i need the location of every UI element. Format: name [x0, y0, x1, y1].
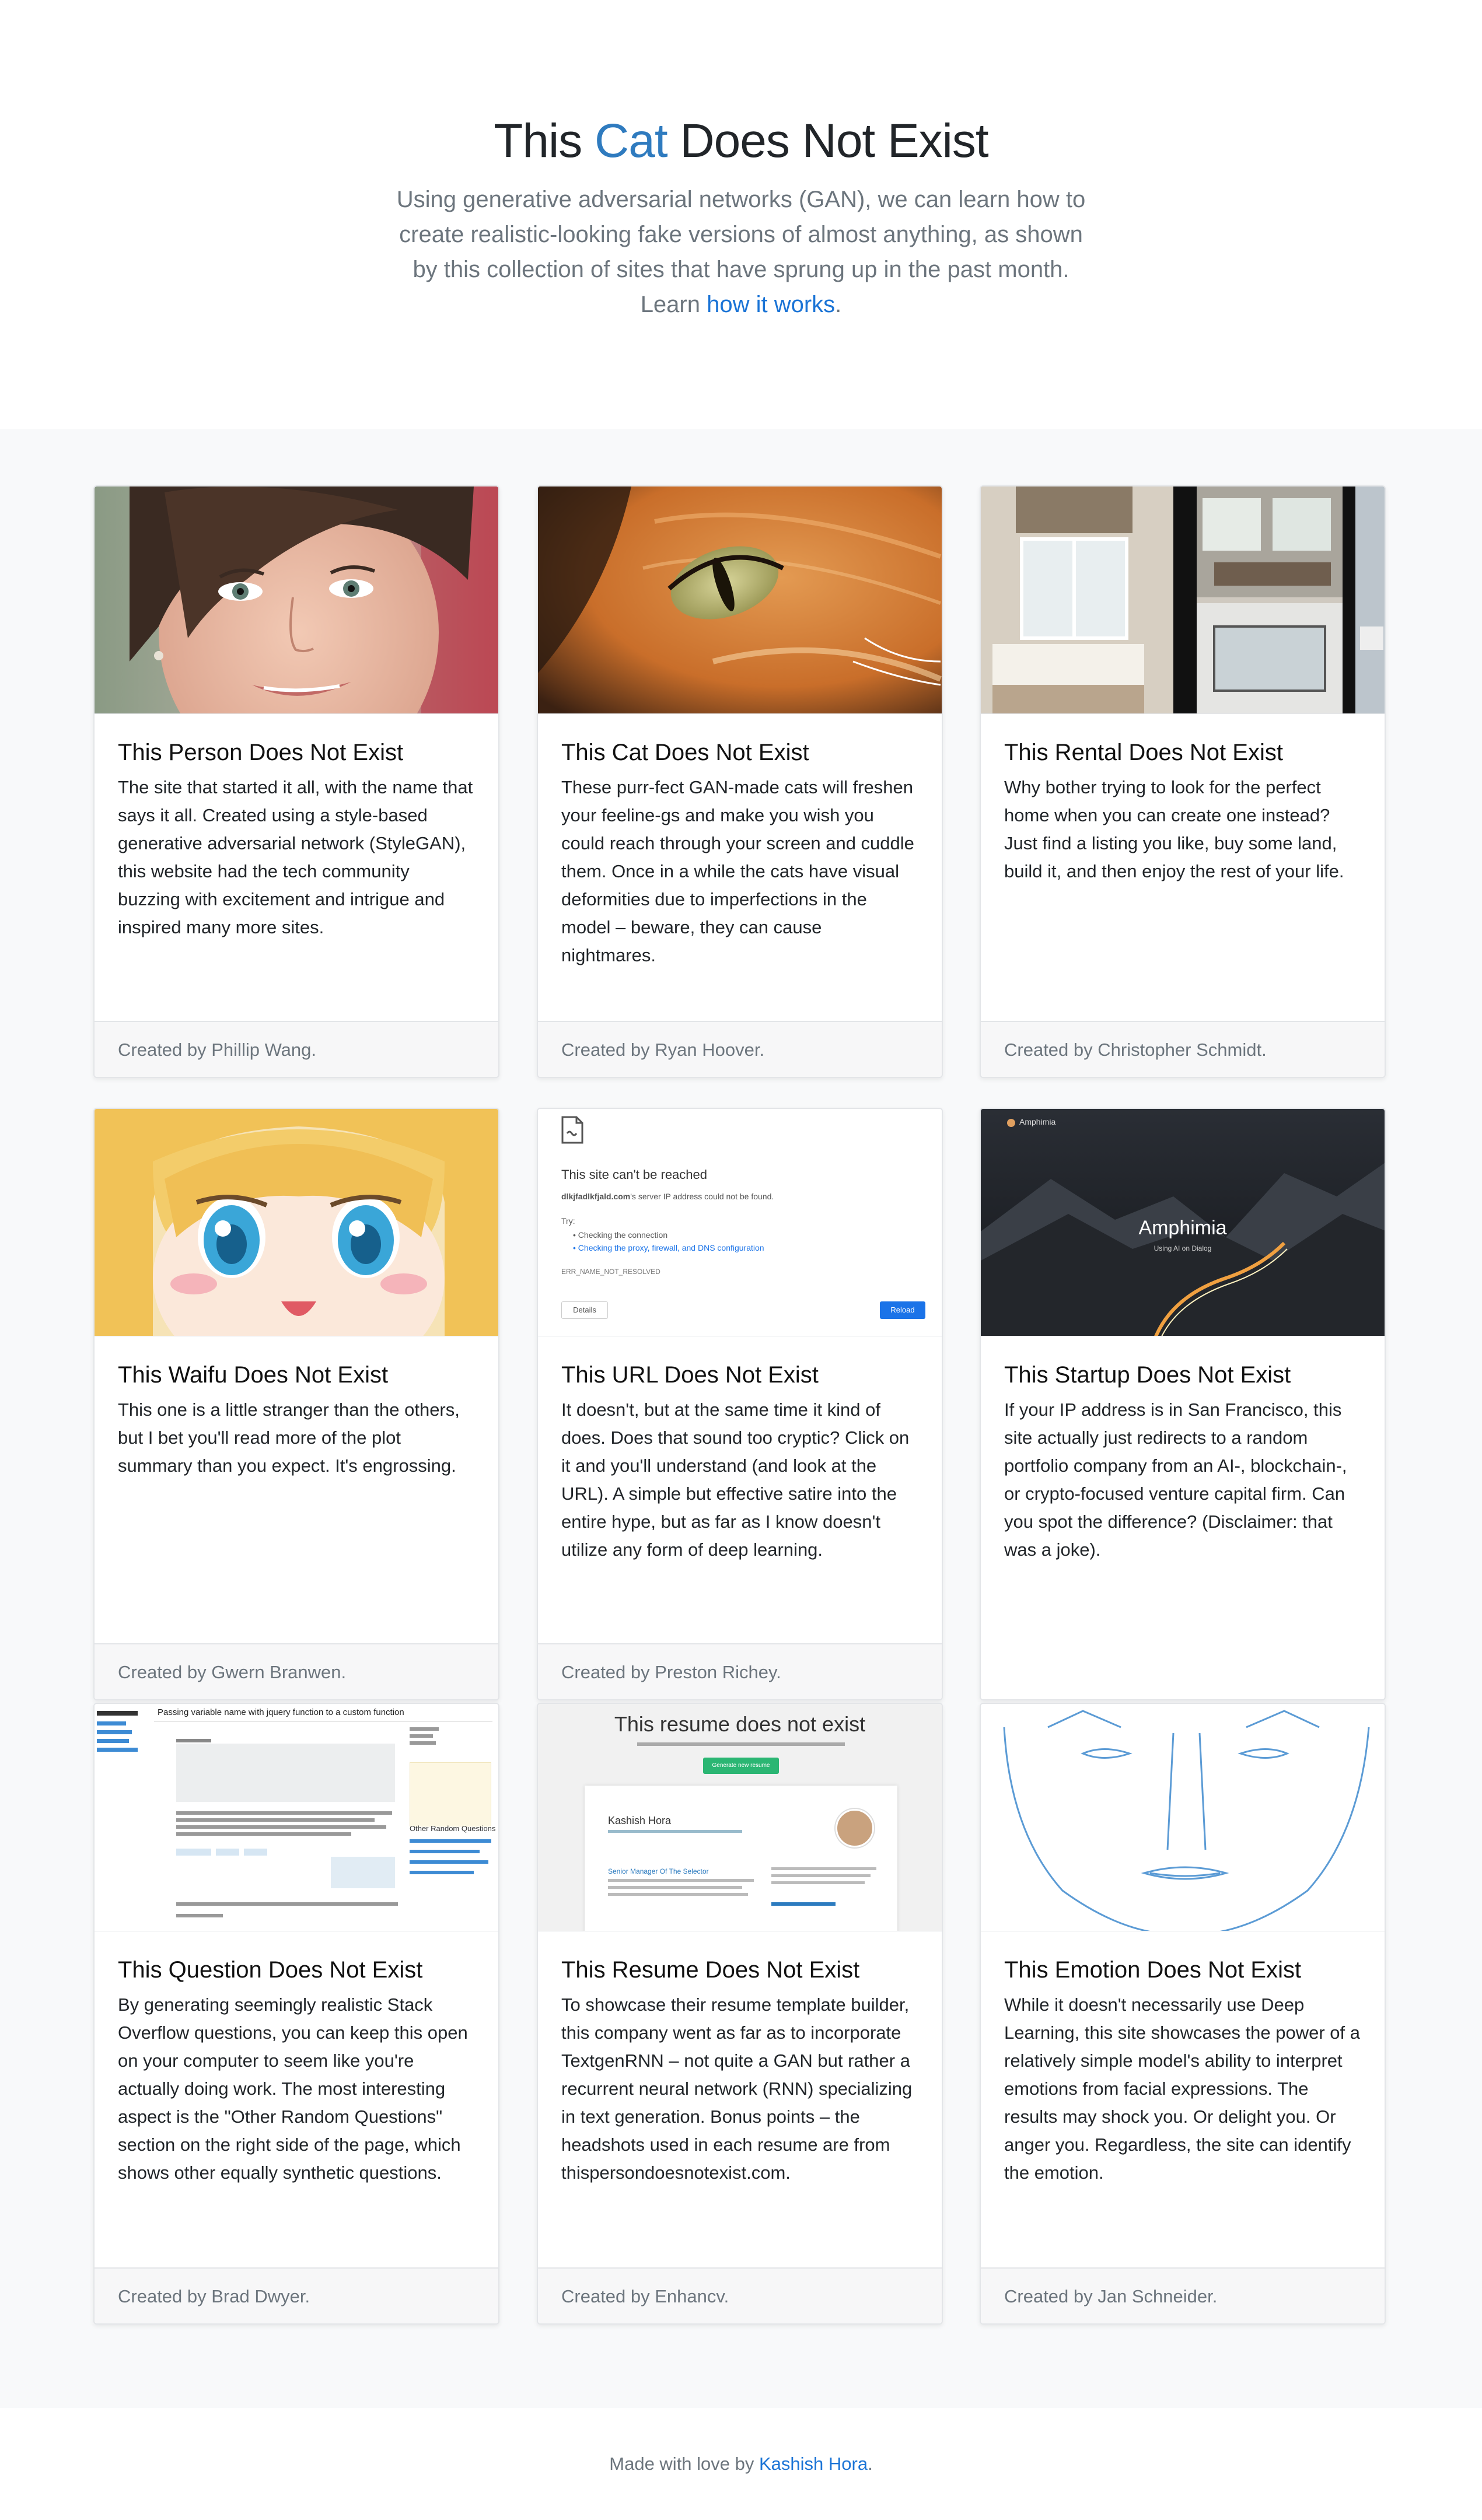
card-text: It doesn't, but at the same time it kind…: [561, 1399, 910, 1560]
card-cat[interactable]: This Cat Does Not Exist These purr-fect …: [537, 485, 943, 1078]
startup-brand: Amphimia: [1019, 1117, 1056, 1126]
startup-headline: Amphimia: [1138, 1217, 1227, 1239]
title-before: This: [494, 114, 595, 167]
resume-avatar: [836, 1809, 874, 1847]
card-footer: Created by Phillip Wang.: [95, 1021, 498, 1077]
card-text: If your IP address is in San Francisco, …: [1004, 1399, 1347, 1560]
card-title[interactable]: This Question Does Not Exist: [118, 1955, 475, 1985]
title-accent: Cat: [595, 114, 668, 167]
card-body: This Emotion Does Not Exist While it doe…: [981, 1931, 1385, 2187]
error-heading: This site can't be reached: [561, 1167, 708, 1182]
card-title[interactable]: This URL Does Not Exist: [561, 1360, 918, 1390]
related-questions-heading: Other Random Questions: [410, 1824, 496, 1833]
card-title[interactable]: This Emotion Does Not Exist: [1004, 1955, 1361, 1985]
card-body: This Startup Does Not Exist If your IP a…: [981, 1336, 1385, 1564]
card-url[interactable]: This site can't be reached dlkjfadlkfjal…: [537, 1108, 943, 1700]
card-body: This Person Does Not Exist The site that…: [95, 714, 498, 942]
card-text: The site that started it all, with the n…: [118, 777, 473, 937]
card-text: To showcase their resume template builde…: [561, 1994, 913, 2183]
card-title[interactable]: This Cat Does Not Exist: [561, 737, 918, 768]
details-button[interactable]: Details: [561, 1301, 608, 1319]
error-domain: dlkjfadlkfjald.com: [561, 1192, 631, 1201]
resume-role: Senior Manager Of The Selector: [608, 1867, 709, 1875]
lead-end: .: [835, 292, 842, 317]
card-title[interactable]: This Waifu Does Not Exist: [118, 1360, 475, 1390]
error-desc-text: 's server IP address could not be found.: [630, 1192, 774, 1201]
error-item: • Checking the connection: [573, 1230, 668, 1240]
card-footer: Created by Ryan Hoover.: [538, 1021, 942, 1077]
resume-name: Kashish Hora: [608, 1815, 672, 1826]
footer-end: .: [868, 2454, 873, 2474]
title-after: Does Not Exist: [667, 114, 988, 167]
card-waifu[interactable]: This Waifu Does Not Exist This one is a …: [93, 1108, 499, 1700]
broken-page-icon: [561, 1116, 583, 1144]
card-text: Why bother trying to look for the perfec…: [1004, 777, 1344, 881]
card-text: While it doesn't necessarily use Deep Le…: [1004, 1994, 1361, 2183]
card-resume[interactable]: This resume does not exist Generate new …: [537, 1703, 943, 2325]
card-question[interactable]: Passing variable name with jquery functi…: [93, 1703, 499, 2325]
cat-thumbnail[interactable]: [538, 487, 942, 714]
site-footer: Made with love by Kashish Hora.: [0, 2408, 1482, 2520]
error-description: dlkjfadlkfjald.com's server IP address c…: [561, 1192, 774, 1201]
error-item-link-text: Checking the proxy, firewall, and DNS co…: [578, 1243, 764, 1252]
card-person[interactable]: This Person Does Not Exist The site that…: [93, 485, 499, 1078]
startup-thumbnail[interactable]: Amphimia Amphimia Using AI on Dialog: [981, 1109, 1385, 1336]
card-body: This Question Does Not Exist By generati…: [95, 1931, 498, 2187]
hero-lead: Using generative adversarial networks (G…: [385, 182, 1097, 322]
url-thumbnail[interactable]: This site can't be reached dlkjfadlkfjal…: [538, 1109, 942, 1336]
question-sidebar: [97, 1711, 149, 1752]
emotion-thumbnail[interactable]: [981, 1704, 1385, 1931]
error-try: Try:: [561, 1216, 575, 1226]
card-body: This Cat Does Not Exist These purr-fect …: [538, 714, 942, 970]
card-footer: Created by Gwern Branwen.: [95, 1643, 498, 1699]
card-text: By generating seemingly realistic Stack …: [118, 1994, 468, 2183]
rental-thumbnail[interactable]: [981, 487, 1385, 714]
generate-resume-button[interactable]: Generate new resume: [703, 1758, 779, 1774]
question-thumbnail[interactable]: Passing variable name with jquery functi…: [95, 1704, 498, 1931]
card-body: This URL Does Not Exist It doesn't, but …: [538, 1336, 942, 1564]
card-footer: Created by Preston Richey.: [538, 1643, 942, 1699]
page-title: This Cat Does Not Exist: [0, 112, 1482, 170]
error-code: ERR_NAME_NOT_RESOLVED: [561, 1268, 660, 1276]
card-body: This Resume Does Not Exist To showcase t…: [538, 1931, 942, 2187]
person-thumbnail[interactable]: [95, 487, 498, 714]
error-item-text: Checking the connection: [578, 1230, 668, 1240]
resume-preview: Kashish Hora Senior Manager Of The Selec…: [585, 1786, 897, 1931]
card-emotion[interactable]: This Emotion Does Not Exist While it doe…: [980, 1703, 1386, 2325]
resume-heading: This resume does not exist: [614, 1712, 866, 1736]
waifu-thumbnail[interactable]: [95, 1109, 498, 1336]
card-title[interactable]: This Rental Does Not Exist: [1004, 737, 1361, 768]
card-title[interactable]: This Startup Does Not Exist: [1004, 1360, 1361, 1390]
card-footer: Created by Jan Schneider.: [981, 2267, 1385, 2323]
card-title[interactable]: This Resume Does Not Exist: [561, 1955, 918, 1985]
card-text: This one is a little stranger than the o…: [118, 1399, 460, 1476]
footer-text: Made with love by: [609, 2454, 759, 2474]
card-footer: Created by Christopher Schmidt.: [981, 1021, 1385, 1077]
startup-tagline: Using AI on Dialog: [1154, 1244, 1212, 1252]
card-body: This Waifu Does Not Exist This one is a …: [95, 1336, 498, 1480]
card-rental[interactable]: This Rental Does Not Exist Why bother tr…: [980, 485, 1386, 1078]
card-footer: Created by Enhancv.: [538, 2267, 942, 2323]
card-title[interactable]: This Person Does Not Exist: [118, 737, 475, 768]
card-footer: Created by Brad Dwyer.: [95, 2267, 498, 2323]
card-text: These purr-fect GAN-made cats will fresh…: [561, 777, 914, 965]
reload-button[interactable]: Reload: [880, 1301, 925, 1319]
card-body: This Rental Does Not Exist Why bother tr…: [981, 714, 1385, 886]
card-startup[interactable]: Amphimia Amphimia Using AI on Dialog Thi…: [980, 1108, 1386, 1700]
resume-thumbnail[interactable]: This resume does not exist Generate new …: [538, 1704, 942, 1931]
card-grid: This Person Does Not Exist The site that…: [0, 485, 1482, 2352]
how-it-works-link[interactable]: how it works: [707, 292, 835, 317]
card-album: This Person Does Not Exist The site that…: [0, 429, 1482, 2408]
question-title: Passing variable name with jquery functi…: [158, 1707, 404, 1717]
author-link[interactable]: Kashish Hora: [759, 2454, 868, 2474]
error-item-link[interactable]: • Checking the proxy, firewall, and DNS …: [573, 1243, 764, 1252]
hero: This Cat Does Not Exist Using generative…: [0, 0, 1482, 429]
